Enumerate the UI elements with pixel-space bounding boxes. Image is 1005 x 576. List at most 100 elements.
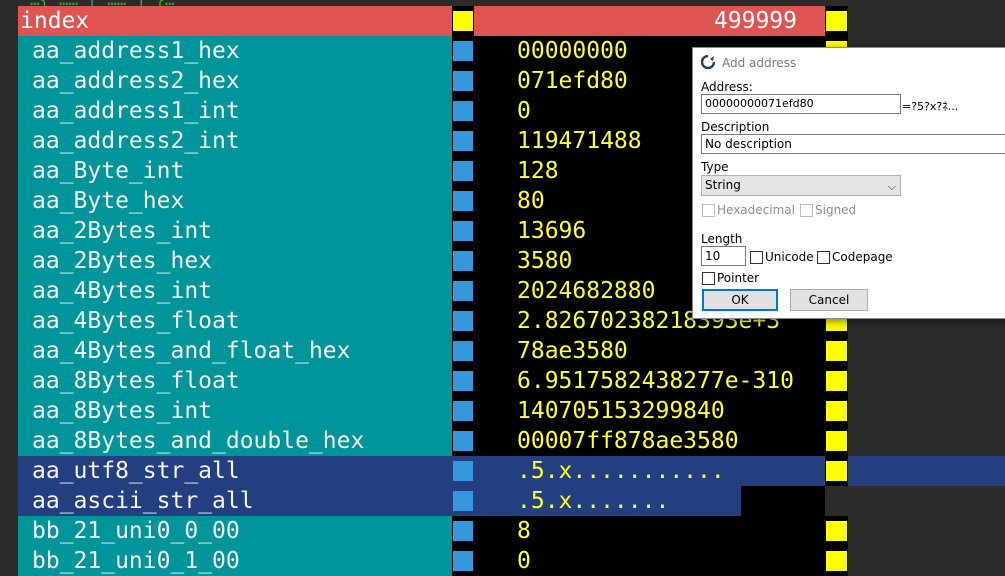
row-end-marker — [825, 336, 848, 366]
row-name: aa_address1_hex — [18, 36, 452, 66]
row-marker — [452, 426, 474, 456]
row-marker — [452, 246, 474, 276]
row-value: 78ae3580 — [474, 336, 825, 366]
blue-marker-icon — [453, 71, 473, 91]
row-marker — [452, 96, 474, 126]
type-select-value: String — [705, 178, 741, 192]
row-name: aa_4Bytes_int — [18, 276, 452, 306]
row-name: aa_address1_int — [18, 96, 452, 126]
table-row[interactable]: aa_4Bytes_and_float_hex 78ae3580 — [0, 336, 1005, 366]
row-name: bb_21_uni0_0_00 — [18, 516, 452, 546]
hexadecimal-checkbox[interactable] — [702, 204, 715, 217]
row-end-marker — [825, 516, 848, 546]
codepage-checkbox[interactable] — [817, 251, 830, 264]
blue-marker-icon — [453, 461, 473, 481]
blue-marker-icon — [453, 551, 473, 571]
row-marker — [452, 396, 474, 426]
hexadecimal-label: Hexadecimal — [717, 203, 795, 217]
row-name: aa_utf8_str_all — [18, 456, 452, 486]
unicode-checkbox[interactable] — [750, 251, 763, 264]
type-label: Type — [701, 160, 729, 174]
table-row[interactable]: aa_8Bytes_and_double_hex 00007ff878ae3580 — [0, 426, 1005, 456]
description-label: Description — [701, 120, 770, 134]
table-row[interactable]: bb_21_uni0_1_00 0 — [0, 546, 1005, 576]
pointer-checkbox[interactable] — [702, 272, 715, 285]
yellow-marker-icon — [826, 521, 847, 541]
blue-marker-icon — [453, 221, 473, 241]
row-name: aa_2Bytes_hex — [18, 246, 452, 276]
row-name: bb_21_uni0_1_00 — [18, 546, 452, 576]
address-input[interactable]: 00000000071efd80 — [701, 94, 901, 114]
yellow-marker-icon — [826, 401, 847, 421]
yellow-marker-icon — [826, 551, 847, 571]
blue-marker-icon — [453, 401, 473, 421]
table-row[interactable]: bb_21_uni0_0_00 8 — [0, 516, 1005, 546]
yellow-marker-icon — [826, 461, 847, 481]
row-value: 00007ff878ae3580 — [474, 426, 825, 456]
table-header-row[interactable]: index 499999 — [0, 6, 1005, 36]
unicode-label: Unicode — [765, 250, 814, 264]
row-value: 0 — [474, 546, 825, 576]
row-marker — [452, 156, 474, 186]
row-name: aa_8Bytes_and_double_hex — [18, 426, 452, 456]
dialog-titlebar[interactable]: Add address — [693, 48, 1005, 78]
table-row-selected[interactable]: aa_utf8_str_all .5.x........... — [0, 456, 1005, 486]
length-input[interactable]: 10 — [701, 246, 746, 266]
pointer-label: Pointer — [717, 271, 760, 285]
row-marker — [452, 336, 474, 366]
blue-marker-icon — [453, 521, 473, 541]
row-value: 6.9517582438277e-310 — [474, 366, 825, 396]
yellow-marker-icon — [826, 11, 847, 31]
type-select[interactable]: String ⌵ — [701, 175, 901, 196]
row-value: .5.x....... — [517, 488, 670, 514]
row-marker — [452, 486, 474, 516]
row-value: 8 — [474, 516, 825, 546]
blue-marker-icon — [453, 431, 473, 451]
table-row[interactable]: aa_8Bytes_float 6.9517582438277e-310 — [0, 366, 1005, 396]
yellow-marker-icon — [453, 11, 473, 31]
row-name: aa_4Bytes_and_float_hex — [18, 336, 452, 366]
row-marker — [452, 66, 474, 96]
signed-label: Signed — [815, 203, 857, 217]
row-name: aa_8Bytes_float — [18, 366, 452, 396]
cancel-button[interactable]: Cancel — [790, 289, 868, 311]
header-name: index — [18, 6, 452, 36]
row-marker — [452, 126, 474, 156]
yellow-marker-icon — [826, 341, 847, 361]
blue-marker-icon — [453, 311, 473, 331]
row-name: aa_8Bytes_int — [18, 396, 452, 426]
row-name: aa_2Bytes_int — [18, 216, 452, 246]
row-name: aa_4Bytes_float — [18, 306, 452, 336]
table-row[interactable]: aa_8Bytes_int 140705153299840 — [0, 396, 1005, 426]
row-end-marker — [825, 546, 848, 576]
chevron-down-icon: ⌵ — [887, 180, 896, 193]
blue-marker-icon — [453, 101, 473, 121]
table-row-selected[interactable]: aa_ascii_str_all .5.x....... — [0, 486, 1005, 516]
row-value: .5.x........... — [474, 456, 825, 486]
header-marker — [452, 6, 474, 36]
row-marker — [452, 216, 474, 246]
ok-button[interactable]: OK — [702, 289, 778, 311]
blue-marker-icon — [453, 41, 473, 61]
row-marker — [452, 516, 474, 546]
dialog-title: Add address — [722, 56, 797, 70]
row-marker — [452, 306, 474, 336]
description-input[interactable]: No description — [701, 134, 1005, 154]
row-marker — [452, 546, 474, 576]
header-end-marker — [825, 6, 848, 36]
signed-checkbox[interactable] — [800, 204, 813, 217]
row-end-marker — [825, 366, 848, 396]
row-marker — [452, 366, 474, 396]
codepage-label: Codepage — [832, 250, 893, 264]
row-end-marker — [825, 396, 848, 426]
row-name: aa_address2_hex — [18, 66, 452, 96]
blue-marker-icon — [453, 371, 473, 391]
row-value: 140705153299840 — [474, 396, 825, 426]
blue-marker-icon — [453, 341, 473, 361]
row-marker — [452, 186, 474, 216]
address-preview: =?5?x?ﾈ... — [902, 100, 959, 113]
yellow-marker-icon — [826, 431, 847, 451]
row-name: aa_Byte_hex — [18, 186, 452, 216]
blue-marker-icon — [453, 131, 473, 151]
blue-marker-icon — [453, 191, 473, 211]
